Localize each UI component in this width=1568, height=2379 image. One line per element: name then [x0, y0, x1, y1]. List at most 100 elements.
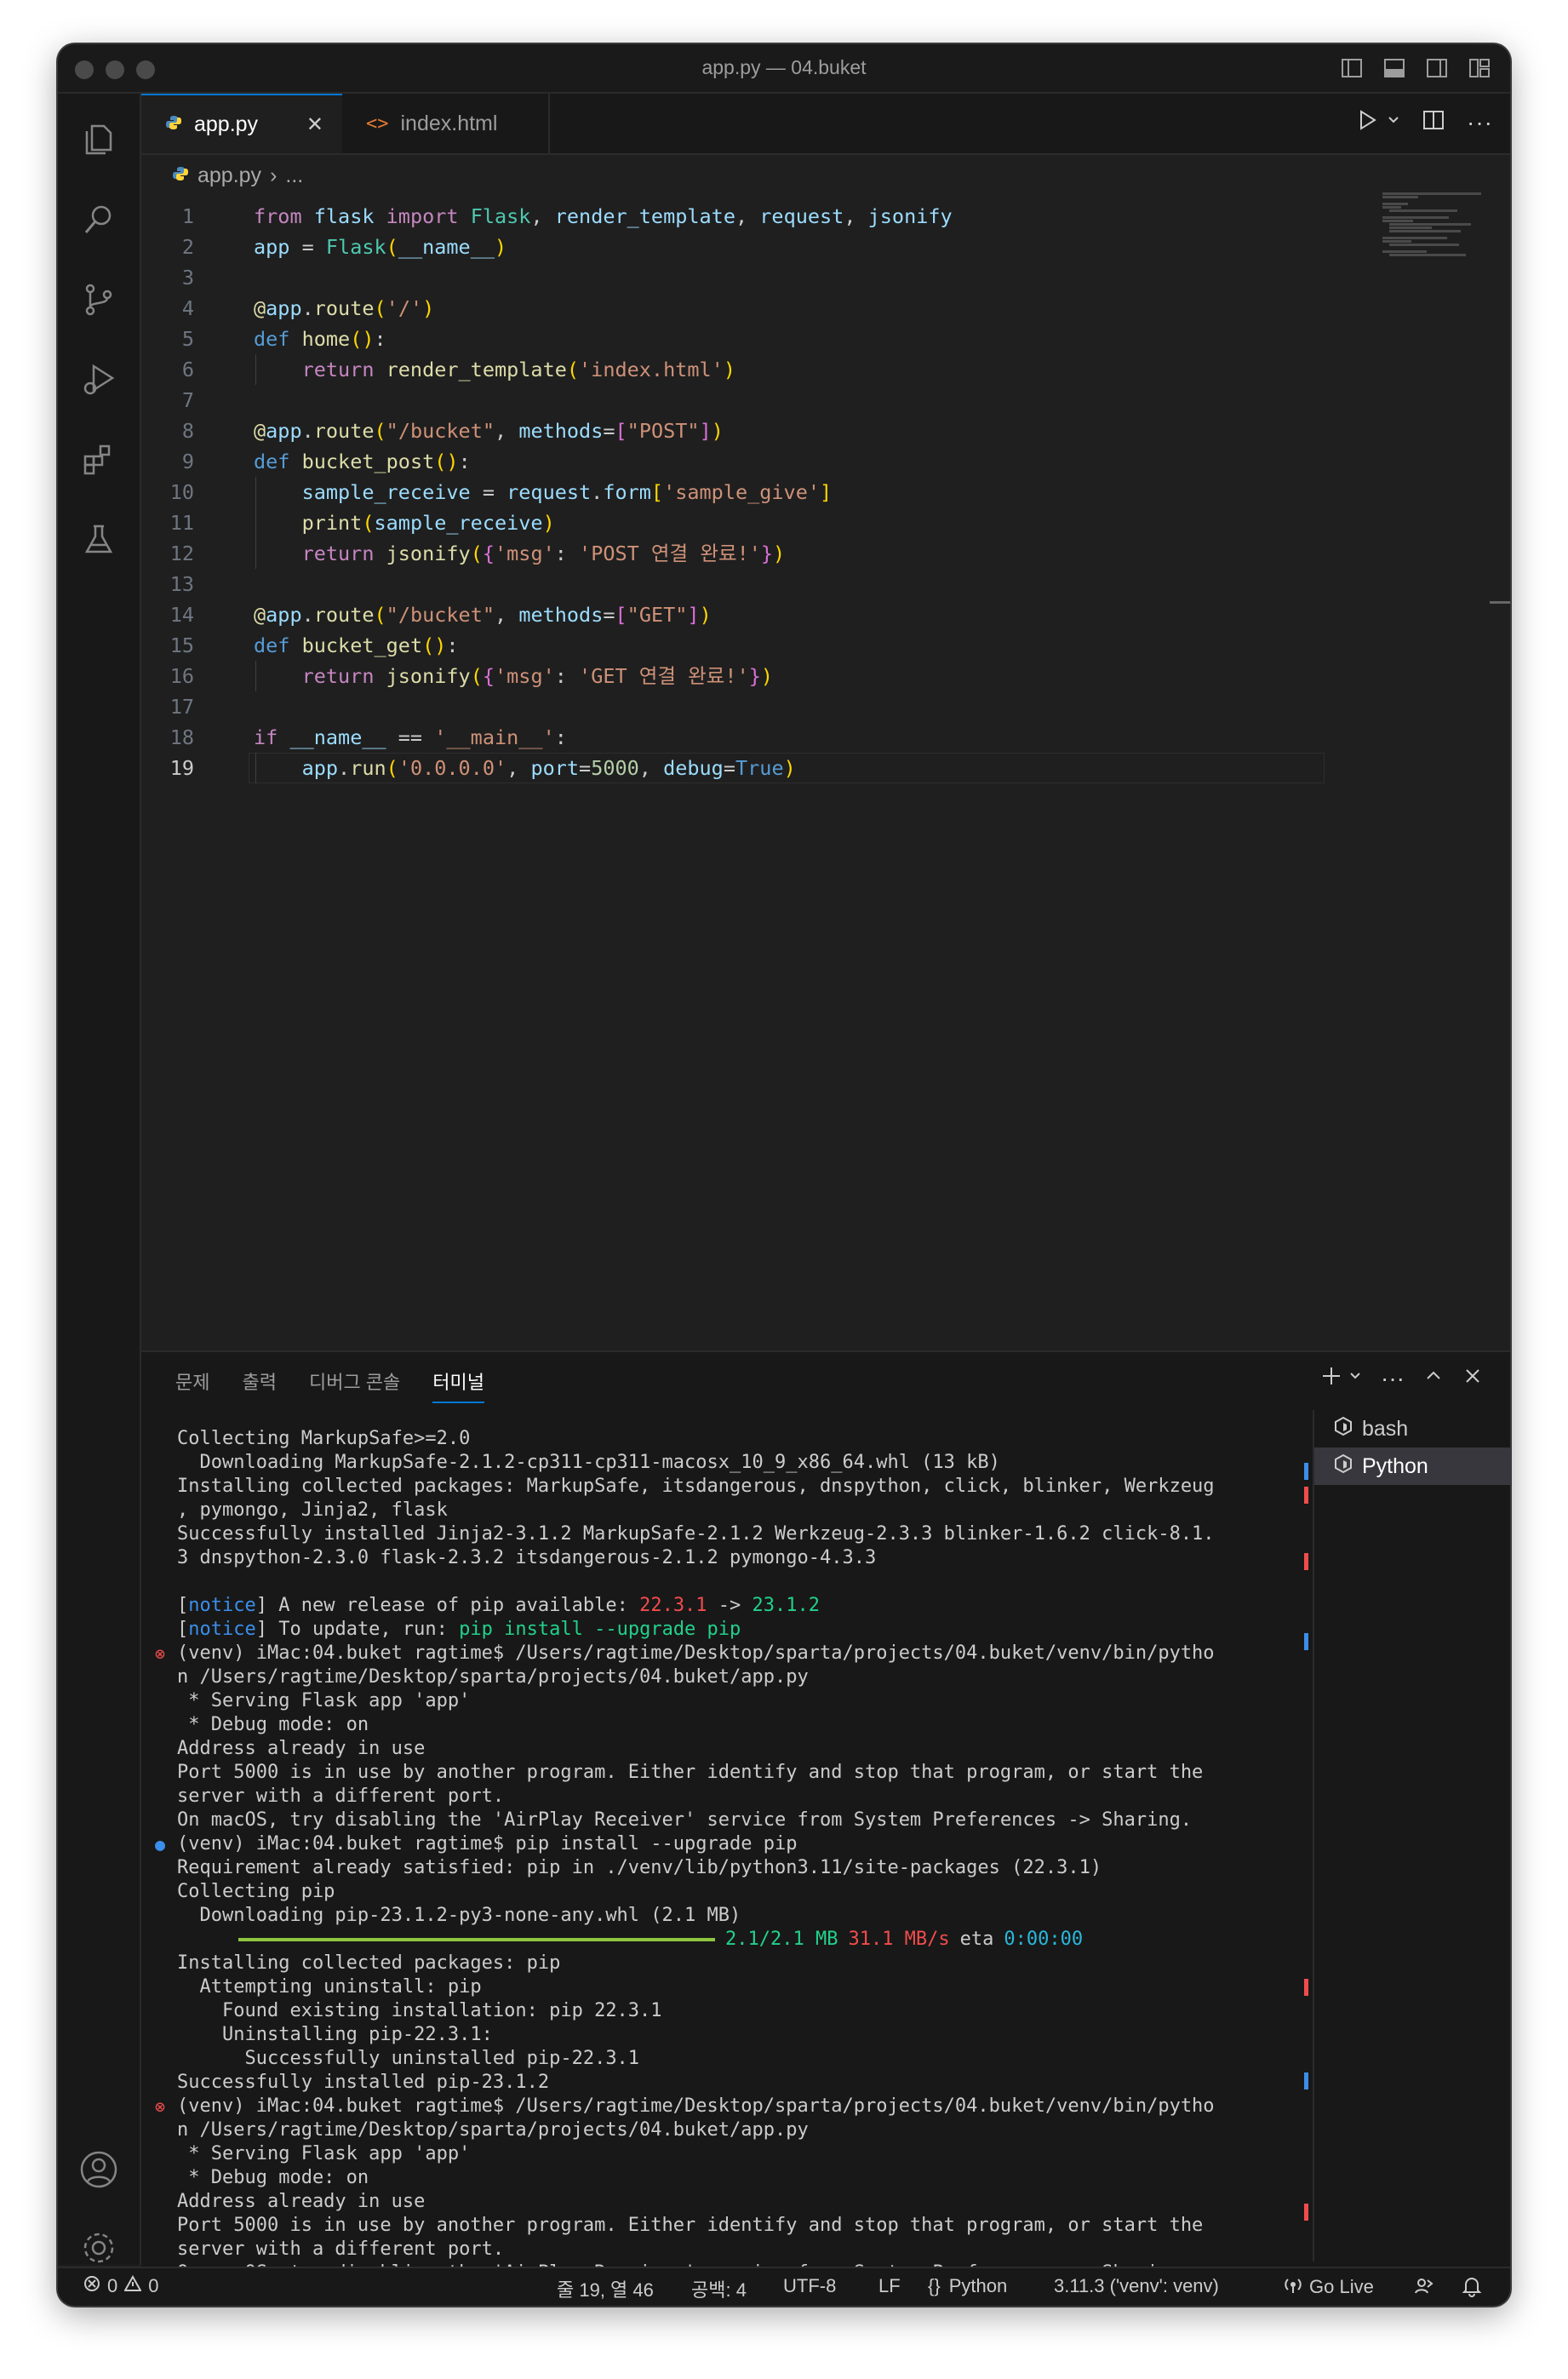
toggle-secondary-sidebar-icon[interactable] [1422, 53, 1452, 83]
code-line[interactable]: 12 return jsonify({'msg': 'POST 연결 완료!'}… [141, 538, 1418, 569]
minimap[interactable] [1382, 192, 1493, 269]
tab-problems[interactable]: 문제 [175, 1367, 209, 1403]
editor-scrollbar[interactable] [1490, 601, 1510, 604]
terminal-text: * Serving Flask app 'app' [177, 1690, 471, 1711]
terminal-line: Successfully installed Jinja2-3.1.2 Mark… [177, 1522, 1309, 1546]
maximize-panel-icon[interactable] [1423, 1366, 1444, 1390]
terminal-output[interactable]: Collecting MarkupSafe>=2.0 Downloading M… [155, 1427, 1309, 2306]
code-line[interactable]: 3 [141, 262, 1418, 293]
code-line[interactable]: 17 [141, 691, 1418, 722]
breadcrumb-file[interactable]: app.py [197, 163, 261, 188]
terminal-line: Attempting uninstall: pip [177, 1975, 1309, 1999]
toggle-primary-sidebar-icon[interactable] [1336, 53, 1367, 83]
code-line[interactable]: 19 app.run('0.0.0.0', port=5000, debug=T… [141, 753, 1418, 783]
terminal-line: Uninstalling pip-22.3.1: [177, 2023, 1309, 2047]
terminal-line: * Serving Flask app 'app' [177, 1689, 1309, 1713]
code-line[interactable]: 15 def bucket_get(): [141, 630, 1418, 661]
terminal-text: Successfully uninstalled pip-22.3.1 [177, 2048, 640, 2069]
testing-icon[interactable] [78, 519, 119, 560]
terminal-line: On macOS, try disabling the 'AirPlay Rec… [177, 1809, 1309, 1832]
command-failed-icon[interactable]: ⊗ [155, 2095, 165, 2118]
tab-app-py[interactable]: app.py ✕ [141, 94, 342, 153]
indentation-status[interactable]: 공백: 4 [691, 2275, 747, 2302]
more-actions-icon[interactable]: ··· [1381, 1365, 1405, 1392]
split-editor-icon[interactable] [1421, 107, 1446, 137]
extensions-icon[interactable] [78, 439, 119, 480]
code-line[interactable]: 1 from flask import Flask, render_templat… [141, 201, 1418, 232]
breadcrumb-symbols[interactable]: ... [285, 163, 303, 188]
explorer-icon[interactable] [78, 119, 119, 160]
code-line[interactable]: 9 def bucket_post(): [141, 446, 1418, 477]
code-line[interactable]: 2 app = Flask(__name__) [141, 232, 1418, 262]
tab-label: index.html [400, 111, 498, 135]
minimap-line [1389, 226, 1432, 229]
toggle-panel-icon[interactable] [1379, 53, 1410, 83]
tab-output[interactable]: 출력 [242, 1367, 276, 1403]
language-mode[interactable]: {} Python [928, 2275, 1007, 2297]
terminal-text: Successfully installed pip-23.1.2 [177, 2072, 550, 2093]
progress-eta: 0:00:00 [1004, 1929, 1084, 1950]
code-line[interactable]: 5 def home(): [141, 324, 1418, 354]
tab-debug-console[interactable]: 디버그 콘솔 [309, 1367, 400, 1403]
run-python-file-icon[interactable] [1354, 107, 1380, 137]
code-line[interactable]: 18 if __name__ == '__main__': [141, 722, 1418, 753]
close-panel-icon[interactable] [1462, 1366, 1483, 1390]
code-line[interactable]: 16 return jsonify({'msg': 'GET 연결 완료!'}) [141, 661, 1418, 691]
code-editor[interactable]: 1 from flask import Flask, render_templat… [141, 201, 1418, 783]
window-title: app.py — 04.buket [701, 56, 867, 78]
terminal-line: n /Users/ragtime/Desktop/sparta/projects… [177, 2118, 1309, 2142]
line-number: 2 [181, 235, 194, 259]
activity-bar [58, 94, 141, 2265]
braces-icon: {} [928, 2275, 941, 2296]
line-number: 4 [181, 296, 194, 320]
encoding-status[interactable]: UTF-8 [783, 2275, 836, 2297]
code-line[interactable]: 14 @app.route("/bucket", methods=["GET"]) [141, 599, 1418, 630]
search-icon[interactable] [78, 199, 119, 240]
live-share-icon[interactable] [1413, 2275, 1435, 2302]
cursor-position[interactable]: 줄 19, 열 46 [557, 2275, 654, 2302]
tab-terminal[interactable]: 터미널 [432, 1367, 485, 1403]
chevron-right-icon: › [270, 163, 278, 187]
code-line[interactable]: 11 print(sample_receive) [141, 507, 1418, 538]
tab-index-html[interactable]: <> index.html [342, 94, 550, 153]
terminal-line: Address already in use [177, 1737, 1309, 1761]
code-line[interactable]: 13 [141, 569, 1418, 599]
terminal-line: (venv) iMac:04.buket ragtime$ /Users/rag… [155, 2095, 1309, 2118]
manage-gear-icon[interactable] [78, 2227, 119, 2268]
code-line[interactable]: 7 [141, 385, 1418, 416]
terminal-text: * Serving Flask app 'app' [177, 2143, 471, 2164]
close-tab-icon[interactable]: ✕ [306, 112, 323, 137]
code-text: sample_receive = request.form['sample_gi… [301, 480, 833, 504]
command-failed-icon[interactable]: ⊗ [155, 1642, 165, 1665]
code-line[interactable]: 6 return render_template('index.html') [141, 354, 1418, 385]
new-terminal-icon[interactable] [1319, 1364, 1343, 1392]
code-line[interactable]: 4 @app.route('/') [141, 293, 1418, 324]
notifications-bell-icon[interactable] [1461, 2275, 1483, 2302]
go-live-button[interactable]: Go Live [1284, 2275, 1374, 2299]
source-control-icon[interactable] [78, 279, 119, 320]
bottom-panel: 문제 출력 디버그 콘솔 터미널 ··· Collecting MarkupSa… [141, 1350, 1510, 2306]
code-line[interactable]: 10 sample_receive = request.form['sample… [141, 477, 1418, 507]
progress-speed: 31.1 MB/s [848, 1929, 950, 1950]
terminal-line: Port 5000 is in use by another program. … [177, 1761, 1309, 1785]
command-decoration [1304, 1463, 1308, 1480]
chevron-down-icon[interactable] [1348, 1369, 1362, 1387]
terminal-text: (venv) iMac:04.buket ragtime$ pip instal… [177, 1833, 798, 1854]
command-success-icon[interactable]: ● [155, 1832, 165, 1856]
problems-status[interactable]: 0 0 [83, 2274, 159, 2297]
terminal-text: Uninstalling pip-22.3.1: [177, 2024, 493, 2045]
code-text: if __name__ == '__main__': [254, 725, 567, 749]
terminal-line: Installing collected packages: pip [177, 1952, 1309, 1975]
customize-layout-icon[interactable] [1464, 53, 1495, 83]
run-and-debug-icon[interactable] [78, 359, 119, 400]
eol-status[interactable]: LF [878, 2275, 901, 2297]
code-text: @app.route('/') [254, 296, 435, 320]
chevron-down-icon[interactable] [1387, 113, 1400, 131]
terminal-item-bash[interactable]: bash [1314, 1410, 1510, 1447]
code-line[interactable]: 8 @app.route("/bucket", methods=["POST"]) [141, 416, 1418, 446]
terminal-item-python[interactable]: Python [1314, 1447, 1510, 1485]
python-interpreter[interactable]: 3.11.3 ('venv': venv) [1054, 2275, 1219, 2297]
accounts-icon[interactable] [78, 2149, 119, 2190]
more-actions-icon[interactable]: ··· [1467, 109, 1493, 136]
